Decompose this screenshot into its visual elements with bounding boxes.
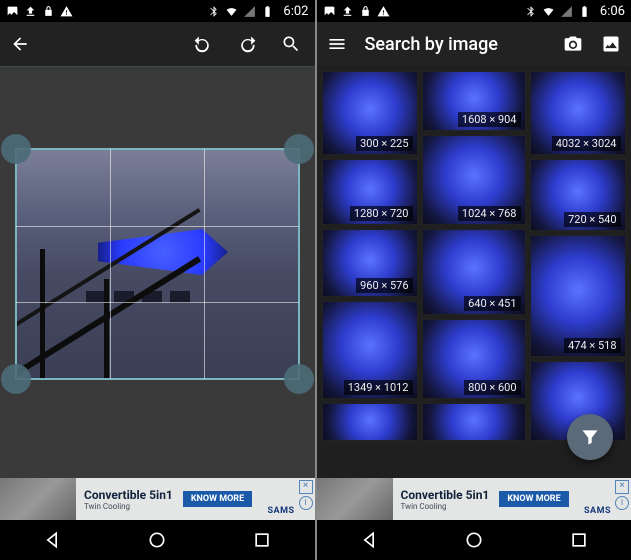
- battery-icon: [261, 5, 274, 18]
- result-tile[interactable]: [421, 402, 527, 442]
- battery-icon: [578, 5, 591, 18]
- result-dimensions: 720 × 540: [564, 212, 620, 227]
- result-tile[interactable]: 640 × 451: [421, 228, 527, 316]
- ad-partner: SAMS: [584, 506, 611, 516]
- lock-icon: [42, 5, 55, 18]
- upload-icon: [24, 5, 37, 18]
- result-thumb: [423, 404, 525, 440]
- lock-icon: [359, 5, 372, 18]
- ad-close-icon[interactable]: ×: [299, 480, 313, 494]
- crop-handle-tr[interactable]: [284, 134, 314, 164]
- ad-close-icon[interactable]: ×: [615, 480, 629, 494]
- crop-overlay[interactable]: [16, 149, 299, 379]
- image-icon: [323, 5, 336, 18]
- ad-brand: Convertible 5in1: [401, 488, 490, 502]
- ad-banner[interactable]: Convertible 5in1 Twin Cooling KNOW MORE …: [0, 478, 315, 520]
- nav-recent-icon[interactable]: [252, 530, 272, 550]
- ad-cta[interactable]: KNOW MORE: [499, 491, 568, 507]
- search-icon[interactable]: [281, 34, 301, 54]
- result-tile[interactable]: 960 × 576: [321, 228, 419, 298]
- result-dimensions: 1608 × 904: [458, 112, 521, 127]
- nav-bar: [317, 520, 631, 560]
- clock: 6:02: [283, 4, 308, 19]
- nav-home-icon[interactable]: [147, 530, 167, 550]
- camera-icon[interactable]: [563, 34, 583, 54]
- nav-bar: [0, 520, 315, 560]
- ad-info-icon[interactable]: i: [615, 496, 629, 510]
- ad-info-icon[interactable]: i: [299, 496, 313, 510]
- result-tile[interactable]: 1280 × 720: [321, 158, 419, 226]
- result-tile[interactable]: 4032 × 3024: [529, 70, 627, 156]
- result-tile[interactable]: 720 × 540: [529, 158, 627, 232]
- back-icon[interactable]: [10, 34, 30, 54]
- warning-icon: [60, 5, 73, 18]
- result-dimensions: 1024 × 768: [458, 206, 521, 221]
- results-grid[interactable]: 300 × 225 1608 × 904 4032 × 3024 1280 × 720…: [317, 66, 631, 478]
- ad-product-image: [317, 478, 393, 520]
- ad-tagline: Twin Cooling: [401, 502, 490, 511]
- result-dimensions: 800 × 600: [464, 380, 520, 395]
- crop-handle-tl[interactable]: [1, 134, 31, 164]
- rotate-right-icon[interactable]: [237, 34, 257, 54]
- result-tile[interactable]: 474 × 518: [529, 234, 627, 358]
- gallery-icon[interactable]: [601, 34, 621, 54]
- crop-handle-br[interactable]: [284, 364, 314, 394]
- filter-icon: [580, 427, 600, 447]
- result-tile[interactable]: 1608 × 904: [421, 70, 527, 132]
- nav-recent-icon[interactable]: [569, 530, 589, 550]
- wifi-icon: [225, 5, 238, 18]
- result-dimensions: 300 × 225: [356, 136, 412, 151]
- signal-icon: [560, 5, 573, 18]
- ad-banner[interactable]: Convertible 5in1 Twin Cooling KNOW MORE …: [317, 478, 631, 520]
- status-bar: 6:06: [317, 0, 631, 22]
- warning-icon: [377, 5, 390, 18]
- ad-tagline: Twin Cooling: [84, 502, 173, 511]
- appbar-crop: [0, 22, 315, 66]
- signal-icon: [243, 5, 256, 18]
- result-tile[interactable]: 1024 × 768: [421, 134, 527, 226]
- result-tile[interactable]: 1349 × 1012: [321, 300, 419, 400]
- ad-product-image: [0, 478, 76, 520]
- result-tile[interactable]: 800 × 600: [421, 318, 527, 400]
- crop-canvas[interactable]: [0, 67, 315, 478]
- ad-partner: SAMS: [267, 506, 294, 516]
- result-dimensions: 4032 × 3024: [552, 136, 621, 151]
- bluetooth-icon: [207, 5, 220, 18]
- nav-home-icon[interactable]: [464, 530, 484, 550]
- rotate-left-icon[interactable]: [193, 34, 213, 54]
- result-dimensions: 474 × 518: [564, 338, 620, 353]
- phone-right: 6:06 Search by image 300 × 225 1608 × 904…: [315, 0, 631, 560]
- page-title: Search by image: [365, 34, 546, 55]
- ad-cta[interactable]: KNOW MORE: [183, 491, 252, 507]
- result-dimensions: 640 × 451: [464, 296, 520, 311]
- status-bar: 6:02: [0, 0, 315, 22]
- menu-icon[interactable]: [327, 34, 347, 54]
- image-icon: [6, 5, 19, 18]
- result-tile[interactable]: 300 × 225: [321, 70, 419, 156]
- ad-brand: Convertible 5in1: [84, 488, 173, 502]
- nav-back-icon[interactable]: [42, 530, 62, 550]
- wifi-icon: [542, 5, 555, 18]
- result-dimensions: 960 × 576: [356, 278, 412, 293]
- clock: 6:06: [600, 4, 625, 19]
- appbar-results: Search by image: [317, 22, 631, 66]
- bluetooth-icon: [524, 5, 537, 18]
- crop-handle-bl[interactable]: [1, 364, 31, 394]
- nav-back-icon[interactable]: [359, 530, 379, 550]
- upload-icon: [341, 5, 354, 18]
- phone-left: 6:02 Con: [0, 0, 315, 560]
- result-dimensions: 1349 × 1012: [344, 380, 413, 395]
- filter-fab[interactable]: [567, 414, 613, 460]
- result-tile[interactable]: [321, 402, 419, 442]
- result-dimensions: 1280 × 720: [350, 206, 413, 221]
- result-thumb: [323, 404, 417, 440]
